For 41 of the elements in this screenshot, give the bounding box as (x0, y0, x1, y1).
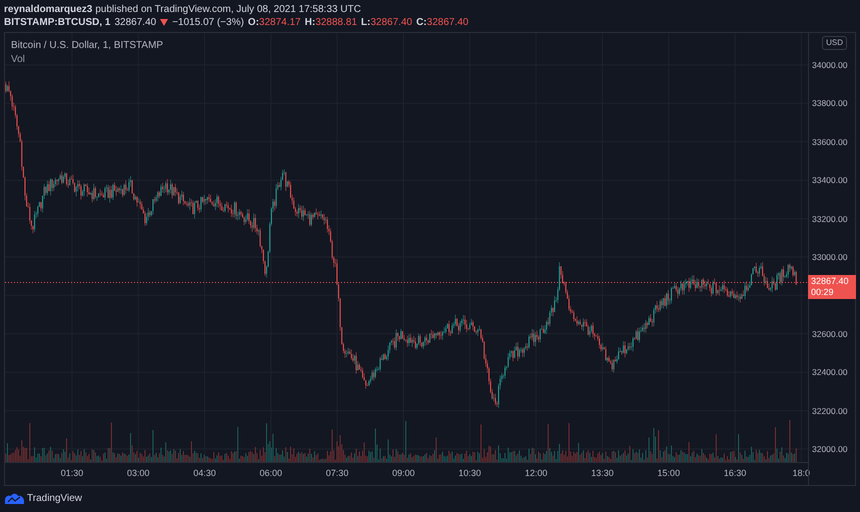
ohlc-value: 32874.17 (259, 16, 301, 29)
publish-info: published on TradingView.com, July 08, 2021 17:58:33 UTC (95, 3, 361, 16)
volume-label: Vol (11, 53, 26, 67)
time-tick-label: 10:30 (458, 467, 482, 480)
ohlc-value: 32867.40 (426, 16, 468, 29)
ohlc-label: H: (304, 16, 316, 29)
price-tag-price: 32867.40 (811, 276, 850, 288)
price-tick-label: 33400.00 (812, 175, 848, 186)
price-tick-label: 34000.00 (812, 60, 848, 70)
price-tick-label: 33200.00 (812, 214, 848, 224)
time-tick-label: 16:30 (722, 467, 748, 480)
time-tick-label: 04:30 (192, 467, 217, 480)
time-tick-label: 15:00 (656, 467, 681, 480)
time-tick-label: 13:30 (590, 467, 615, 480)
brand-name: TradingView (27, 492, 82, 506)
last-price: 32867.40 (114, 16, 156, 29)
ohlc-label: L: (361, 16, 370, 29)
time-tick-label: 12:00 (524, 467, 548, 480)
ohlc-label: O: (248, 16, 260, 29)
price-change: −1015.07 (−3%) (172, 16, 244, 29)
ohlc-label: C: (416, 16, 427, 29)
price-tick-label: 33800.00 (812, 98, 848, 108)
price-tick-label: 32600.00 (812, 328, 848, 339)
time-tick-label: 03:00 (126, 467, 151, 480)
ohlc-value: 32867.40 (370, 16, 412, 29)
price-tag-countdown: 00:29 (811, 287, 835, 298)
currency-badge: USD (822, 36, 847, 50)
author-name: reynaldomarquez3 (4, 3, 92, 16)
time-tick-label: 01:30 (60, 467, 84, 480)
time-tick-label: 07:30 (324, 467, 350, 480)
time-tick-label: 09:00 (391, 467, 416, 480)
cloud-logo-icon (5, 493, 24, 504)
legend-title: Bitcoin / U.S. Dollar, 1, BITSTAMP (11, 39, 164, 53)
price-tick-label: 32400.00 (812, 367, 848, 378)
price-tick-label: 33000.00 (812, 252, 848, 262)
price-tick-label: 32200.00 (812, 406, 848, 416)
price-tick-label: 33600.00 (812, 136, 848, 147)
symbol-name: BITSTAMP:BTCUSD, 1 (4, 16, 110, 29)
ohlc-value: 32888.81 (315, 16, 358, 29)
time-tick-label: 06:00 (258, 467, 284, 480)
price-tick-label: 32000.00 (812, 444, 848, 454)
